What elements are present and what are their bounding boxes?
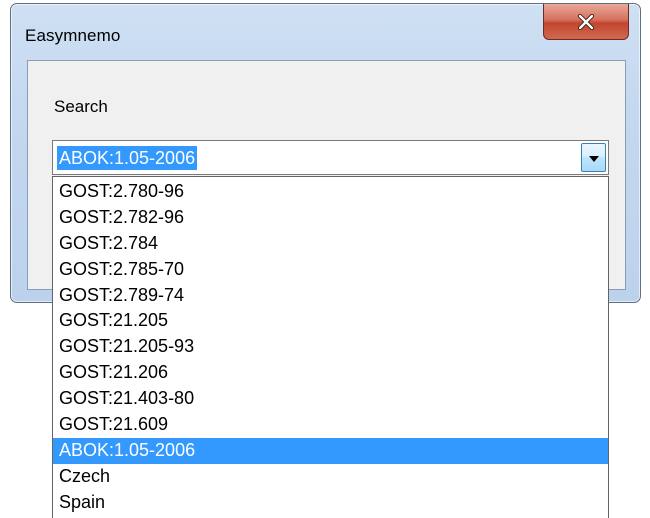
dropdown-option[interactable]: GOST:21.403-80	[53, 386, 608, 412]
dropdown-option[interactable]: GOST:21.205-93	[53, 334, 608, 360]
close-button[interactable]	[543, 4, 629, 40]
dropdown-option[interactable]: GOST:21.206	[53, 360, 608, 386]
search-input[interactable]: ABOK:1.05-2006	[57, 146, 198, 170]
search-combobox[interactable]: ABOK:1.05-2006	[52, 140, 609, 175]
search-dropdown-list[interactable]: GOST:2.780-96 GOST:2.782-96 GOST:2.784 GOST…	[52, 176, 609, 518]
dropdown-toggle-button[interactable]	[581, 143, 606, 172]
dropdown-option[interactable]: Spain	[53, 490, 608, 516]
dropdown-option[interactable]: GOST:2.785-70	[53, 257, 608, 283]
chevron-down-icon	[588, 149, 599, 167]
dropdown-option[interactable]: GOST:2.789-74	[53, 283, 608, 309]
dropdown-option[interactable]: GOST:2.782-96	[53, 205, 608, 231]
dropdown-option[interactable]: GOST:21.609	[53, 412, 608, 438]
search-label: Search	[54, 97, 108, 116]
dropdown-option[interactable]: GOST:2.784	[53, 231, 608, 257]
close-icon	[576, 13, 596, 30]
dropdown-option[interactable]: GOST:21.205	[53, 308, 608, 334]
dropdown-options: GOST:2.780-96 GOST:2.782-96 GOST:2.784 GOST…	[53, 177, 608, 516]
dropdown-option[interactable]: ABOK:1.05-2006	[53, 437, 608, 464]
window-title: Easymnemo	[25, 26, 121, 45]
dropdown-option[interactable]: GOST:2.780-96	[53, 179, 608, 205]
dropdown-option[interactable]: Czech	[53, 464, 608, 490]
